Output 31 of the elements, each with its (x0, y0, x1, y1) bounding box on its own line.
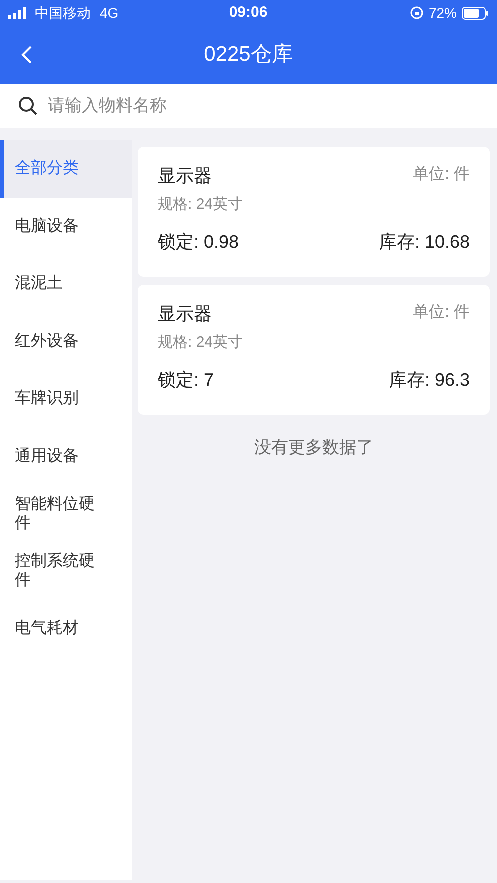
category-item[interactable]: 电脑设备 (0, 198, 132, 255)
rotation-lock-icon (410, 6, 424, 20)
clock-text: 09:06 (229, 2, 268, 23)
category-item[interactable]: 电气耗材 (0, 600, 132, 658)
category-item[interactable]: 全部分类 (0, 140, 132, 198)
spec-text: 规格: 24英寸 (158, 333, 244, 353)
page-title: 0225仓库 (204, 42, 293, 68)
stock-text: 库存: 96.3 (388, 368, 470, 392)
locked-text: 锁定: 7 (158, 368, 214, 392)
category-item[interactable]: 智能料位硬件 (0, 485, 132, 542)
no-more-data-text: 没有更多数据了 (254, 437, 374, 459)
unit-text: 单位: 件 (413, 165, 470, 185)
category-item[interactable]: 红外设备 (0, 312, 132, 370)
search-field[interactable]: 请输入物料名称 (0, 84, 497, 128)
item-card[interactable]: 显示器 单位: 件 规格: 24英寸 锁定: 0.98 库存: 10.68 (138, 147, 490, 277)
locked-text: 锁定: 0.98 (158, 230, 240, 254)
category-item[interactable]: 混泥土 (0, 255, 132, 312)
back-icon (21, 46, 33, 64)
carrier-text: 中国移动 (35, 4, 91, 22)
stock-text: 库存: 10.68 (378, 230, 470, 254)
item-card[interactable]: 显示器 单位: 件 规格: 24英寸 锁定: 7 库存: 96.3 (138, 285, 490, 415)
unit-text: 单位: 件 (413, 303, 470, 323)
network-text: 4G (100, 4, 119, 22)
category-item[interactable]: 控制系统硬件 (0, 542, 132, 600)
category-item[interactable]: 通用设备 (0, 428, 132, 485)
item-name: 显示器 (158, 303, 212, 326)
spec-text: 规格: 24英寸 (158, 195, 244, 215)
category-item[interactable]: 车牌识别 (0, 370, 132, 428)
battery-icon (462, 6, 489, 20)
battery-percent: 72% (428, 4, 457, 22)
item-name: 显示器 (158, 165, 212, 188)
